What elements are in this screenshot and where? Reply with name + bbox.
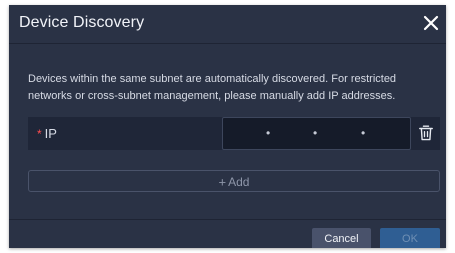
trash-icon: [419, 125, 433, 141]
ip-row: * IP • • •: [28, 117, 440, 150]
close-button[interactable]: [422, 14, 440, 32]
ip-separator: •: [361, 126, 366, 140]
add-ip-content: + Add: [29, 173, 439, 191]
ok-button[interactable]: OK: [380, 228, 440, 248]
add-ip-button[interactable]: + Add: [28, 170, 440, 192]
ip-label: IP: [44, 126, 57, 141]
ip-separator: •: [313, 126, 318, 140]
close-icon: [423, 15, 439, 31]
add-label: Add: [228, 174, 250, 189]
discovery-description: Devices within the same subnet are autom…: [28, 73, 397, 102]
ip-address-input[interactable]: • • •: [222, 117, 411, 150]
cancel-button[interactable]: Cancel: [312, 228, 371, 248]
device-discovery-dialog: Device Discovery Devices within the same…: [9, 5, 446, 248]
dialog-footer: Cancel OK: [9, 219, 446, 248]
ip-separator: •: [266, 126, 271, 140]
plus-icon: +: [218, 174, 227, 190]
required-marker: *: [37, 127, 42, 141]
delete-ip-button[interactable]: [418, 124, 434, 142]
ip-label-wrap: * IP: [37, 126, 57, 141]
dialog-body: Devices within the same subnet are autom…: [9, 44, 446, 219]
dialog-header: Device Discovery: [9, 5, 446, 44]
dialog-title: Device Discovery: [19, 14, 145, 31]
